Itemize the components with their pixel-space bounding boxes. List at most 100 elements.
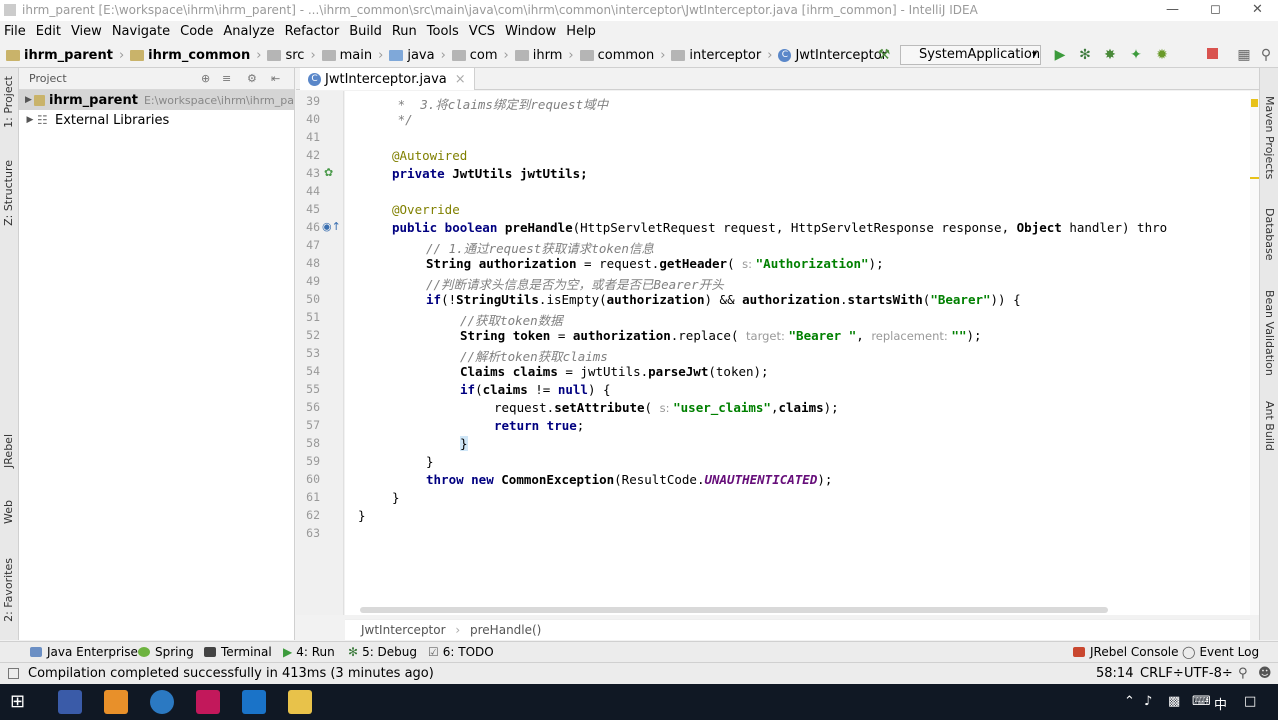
tool-java-enterprise[interactable]: Java Enterprise (30, 645, 138, 659)
caret-position[interactable]: 58:14 (1096, 666, 1133, 681)
menu-vcs[interactable]: VCS (469, 24, 495, 39)
project-structure-icon[interactable]: ▦ (1236, 47, 1252, 63)
tool-jrebel-console[interactable]: JRebel Console (1073, 645, 1179, 659)
tool-todo[interactable]: ☑ 6: TODO (428, 645, 494, 659)
tab-favorites[interactable]: 2: Favorites (2, 558, 15, 622)
menu-view[interactable]: View (71, 24, 102, 39)
gear-icon[interactable]: ⚙ (247, 68, 257, 90)
volume-icon[interactable]: ♪ (1144, 694, 1152, 709)
tray-chevron-icon[interactable]: ⌃ (1124, 694, 1135, 709)
menu-refactor[interactable]: Refactor (285, 24, 340, 39)
tab-jrebel[interactable]: JRebel (2, 434, 15, 468)
override-marker-icon[interactable]: ◉↑ (322, 220, 341, 233)
tool-run[interactable]: ▶ 4: Run (283, 645, 335, 659)
file-explorer-icon[interactable] (288, 690, 312, 714)
close-tab-icon[interactable]: × (455, 72, 466, 87)
hide-icon[interactable]: ⇤ (271, 68, 280, 90)
warning-marker[interactable] (1251, 99, 1258, 107)
breadcrumb-interceptor[interactable]: interceptor › (671, 48, 774, 63)
sync-icon[interactable]: ⊕ (201, 68, 210, 90)
run-configuration-select[interactable]: SystemApplication ▾ (900, 45, 1041, 65)
build-hammer-icon[interactable]: ⚒ (876, 47, 892, 63)
minimize-icon[interactable]: — (1166, 2, 1179, 17)
breadcrumb-src[interactable]: src › (267, 48, 317, 63)
notification-icon[interactable]: □ (1244, 694, 1256, 709)
code-line-56: request.setAttribute( s: "user_claims",c… (494, 400, 839, 415)
breadcrumb-ihrm[interactable]: ihrm › (514, 48, 576, 63)
windows-start-icon[interactable]: ⊞ (10, 690, 34, 714)
close-icon[interactable]: ✕ (1252, 2, 1263, 17)
breadcrumb-java[interactable]: java › (389, 48, 447, 63)
file-encoding[interactable]: UTF-8÷ (1184, 666, 1233, 681)
menu-edit[interactable]: Edit (36, 24, 61, 39)
search-icon[interactable]: ⚲ (1258, 47, 1274, 63)
menu-file[interactable]: File (4, 24, 26, 39)
intellij-icon[interactable] (196, 690, 220, 714)
menu-window[interactable]: Window (505, 24, 556, 39)
tool-debug[interactable]: ✻ 5: Debug (348, 645, 417, 659)
tab-bean-validation[interactable]: Bean Validation (1263, 290, 1276, 376)
tab-project[interactable]: 1: Project (2, 76, 15, 128)
coverage-icon[interactable]: ✸ (1102, 47, 1118, 63)
tool-spring[interactable]: Spring (138, 645, 194, 659)
tab-jwtinterceptor-java[interactable]: C JwtInterceptor.java × (300, 68, 475, 90)
inspector-icon[interactable]: ☻ (1258, 666, 1272, 681)
tree-item-external-libraries[interactable]: ▶ ☷ External Libraries (19, 110, 294, 130)
breadcrumb-com[interactable]: com › (451, 48, 511, 63)
line-number: 43 (306, 166, 320, 180)
tab-web[interactable]: Web (2, 500, 15, 524)
network-icon[interactable]: ▩ (1168, 694, 1180, 709)
collapse-icon[interactable]: ≡ (222, 68, 231, 90)
expand-arrow-icon[interactable]: ▶ (23, 95, 34, 105)
expand-arrow-icon[interactable]: ▶ (23, 115, 37, 125)
line-separator[interactable]: CRLF÷ (1140, 666, 1184, 681)
jrebel-debug-icon[interactable]: ✹ (1154, 47, 1170, 63)
app-icon[interactable] (104, 690, 128, 714)
autowired-bean-icon[interactable]: ✿ (324, 166, 333, 179)
breadcrumb-method[interactable]: preHandle() (470, 623, 541, 637)
stop-icon[interactable] (1204, 47, 1220, 63)
breadcrumb-class[interactable]: JwtInterceptor (361, 623, 446, 637)
folder-icon (267, 49, 282, 61)
menu-tools[interactable]: Tools (427, 24, 459, 39)
language-icon[interactable]: 中 (1214, 694, 1227, 713)
tool-windows-toggle-icon[interactable] (8, 668, 19, 679)
breadcrumb-common[interactable]: common › (579, 48, 668, 63)
run-icon[interactable]: ▶ (1052, 47, 1068, 63)
menu-build[interactable]: Build (349, 24, 382, 39)
input-method-icon[interactable]: ⌨ (1192, 694, 1211, 709)
maximize-icon[interactable]: ◻ (1210, 2, 1221, 17)
tree-item-ihrm-parent[interactable]: ▶ ihrm_parent E:\workspace\ihrm\ihrm_pa (19, 90, 294, 110)
breadcrumb-jwtinterceptor[interactable]: C JwtInterceptor (778, 48, 887, 63)
menu-help[interactable]: Help (566, 24, 596, 39)
line-number: 54 (306, 364, 320, 378)
debug-icon[interactable]: ✻ (1077, 47, 1093, 63)
visual-studio-icon[interactable] (58, 690, 82, 714)
tab-structure[interactable]: Z: Structure (2, 160, 15, 226)
tool-terminal[interactable]: Terminal (204, 645, 272, 659)
tool-event-log[interactable]: ◯ Event Log (1182, 645, 1259, 659)
tab-ant-build[interactable]: Ant Build (1263, 401, 1276, 451)
browser-icon[interactable] (150, 690, 174, 714)
code-editor[interactable]: * 3.将claims绑定到request域中 */ @Autowired pr… (345, 91, 1250, 615)
jrebel-run-icon[interactable]: ✦ (1128, 47, 1144, 63)
menu-run[interactable]: Run (392, 24, 417, 39)
status-message[interactable]: Compilation completed successfully in 41… (28, 666, 434, 681)
vscode-icon[interactable] (242, 690, 266, 714)
tab-maven-projects[interactable]: Maven Projects (1263, 96, 1276, 179)
breadcrumb-main[interactable]: main › (321, 48, 386, 63)
tab-database[interactable]: Database (1263, 208, 1276, 261)
breadcrumb-ihrm-parent[interactable]: ihrm_parent › (6, 48, 126, 63)
menu-code[interactable]: Code (180, 24, 213, 39)
line-number: 53 (306, 346, 320, 360)
warning-stripe[interactable] (1250, 177, 1259, 179)
menu-analyze[interactable]: Analyze (223, 24, 274, 39)
editor-horizontal-scrollbar[interactable] (360, 607, 1108, 613)
menu-navigate[interactable]: Navigate (112, 24, 170, 39)
breadcrumb-ihrm-common[interactable]: ihrm_common › (130, 48, 263, 63)
project-view-select[interactable]: Project (29, 72, 67, 85)
line-number: 55 (306, 382, 320, 396)
editor-vertical-scrollbar[interactable] (1250, 91, 1259, 615)
lock-icon[interactable]: ⚲ (1238, 666, 1248, 681)
class-icon: C (778, 48, 792, 62)
